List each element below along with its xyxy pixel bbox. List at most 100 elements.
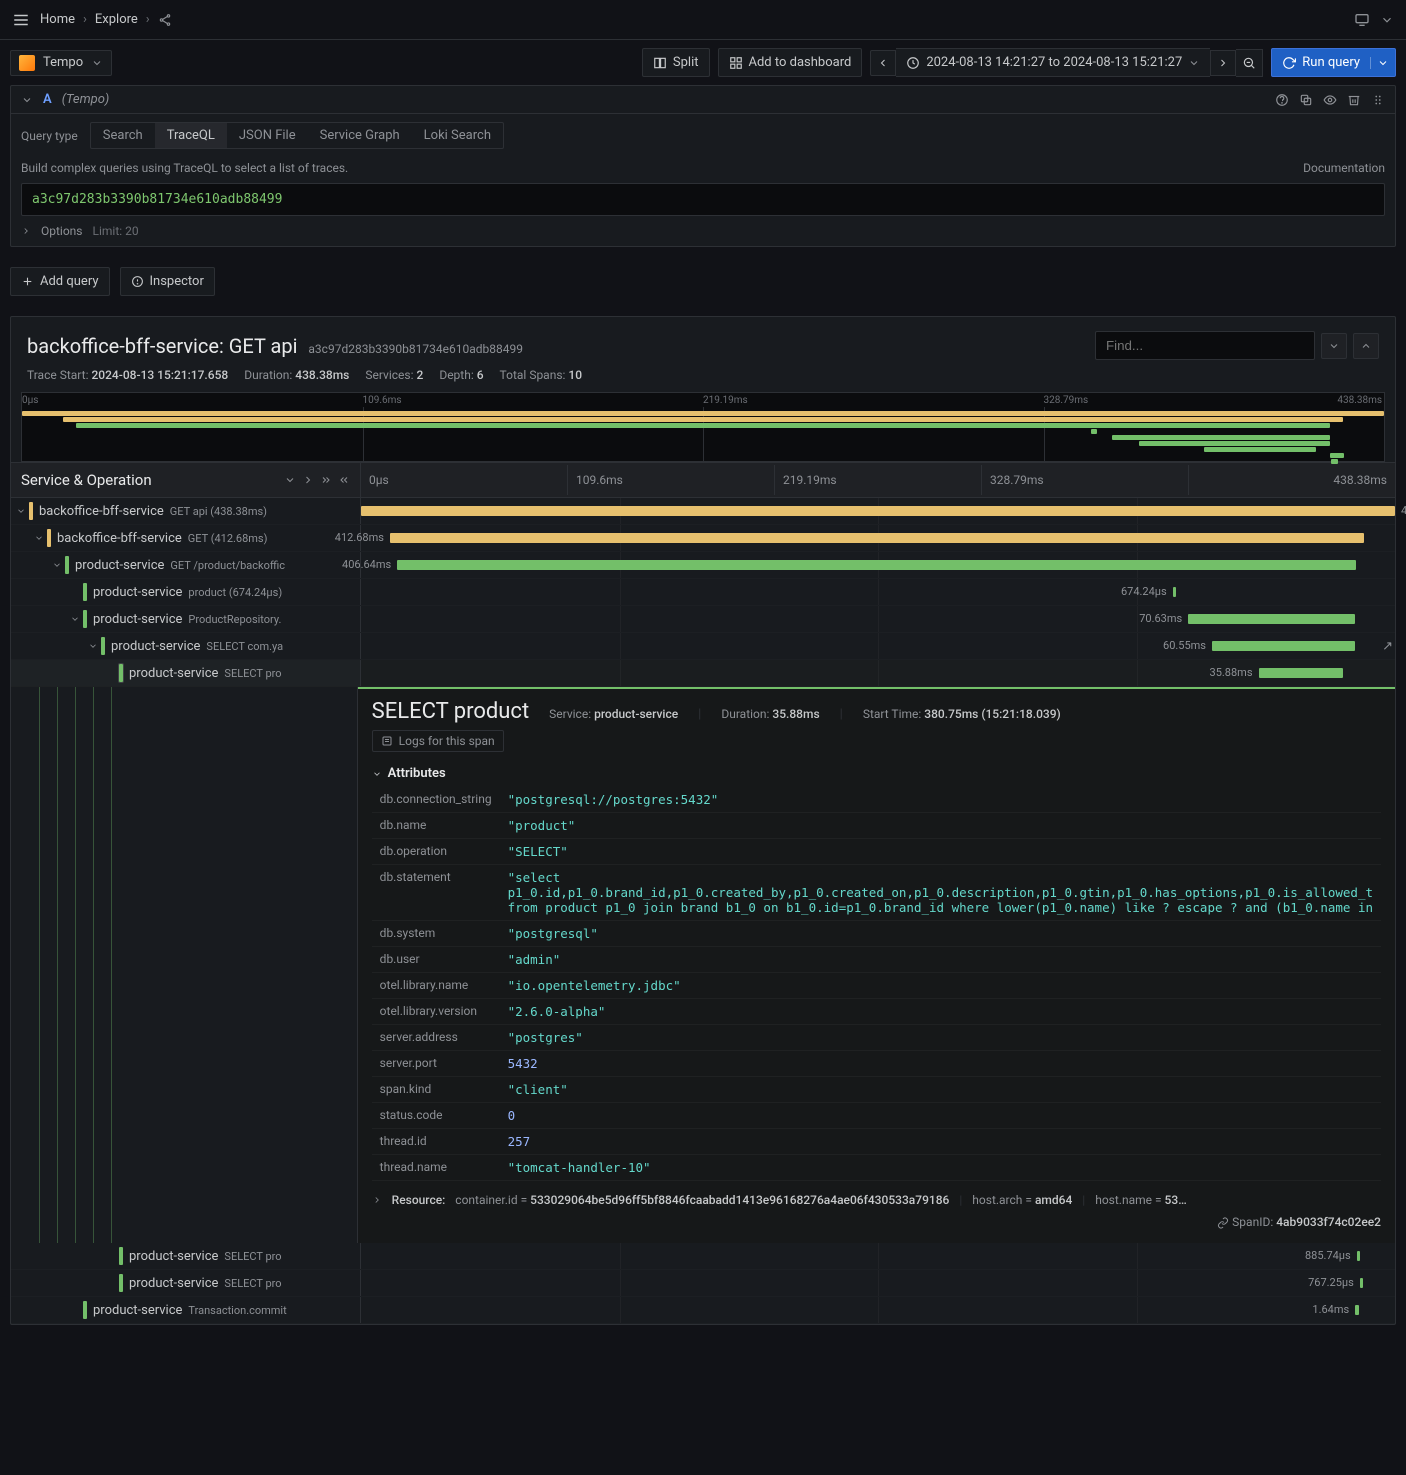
options-summary: Limit: 20 — [93, 224, 139, 238]
split-button[interactable]: Split — [642, 48, 710, 77]
span-row[interactable]: backoffice-bff-serviceGET api (438.38ms)… — [11, 498, 1395, 525]
attr-value: "postgresql://postgres:5432" — [500, 787, 1381, 813]
chevron-down-icon[interactable] — [1380, 13, 1394, 27]
attr-row: thread.id257 — [372, 1129, 1381, 1155]
span-color-bar — [83, 583, 87, 601]
zoom-out-button[interactable] — [1236, 49, 1263, 77]
add-to-dashboard-button[interactable]: Add to dashboard — [718, 48, 863, 77]
eye-icon[interactable] — [1323, 93, 1337, 107]
span-bar[interactable] — [1173, 587, 1176, 597]
span-bar[interactable] — [1259, 668, 1344, 678]
time-next-button[interactable] — [1210, 50, 1236, 76]
span-operation: GET (412.68ms) — [188, 532, 268, 545]
expand-caret-icon[interactable] — [51, 559, 63, 571]
span-row[interactable]: product-serviceSELECT pro767.25µs — [11, 1270, 1395, 1297]
copy-icon[interactable] — [1299, 93, 1313, 107]
span-bar[interactable] — [1357, 1251, 1360, 1261]
inspector-button[interactable]: Inspector — [120, 267, 215, 296]
span-detail-duration: Duration: 35.88ms — [721, 707, 819, 721]
menu-icon[interactable] — [12, 11, 30, 29]
span-row[interactable]: backoffice-bff-serviceGET (412.68ms)412.… — [11, 525, 1395, 552]
breadcrumb-explore[interactable]: Explore — [95, 12, 138, 27]
query-letter: A — [43, 92, 52, 107]
span-bar[interactable] — [397, 560, 1356, 570]
expand-all-icon[interactable] — [338, 474, 350, 486]
span-duration: 60.55ms — [1163, 639, 1212, 652]
query-editor: A (Tempo) Query type SearchTraceQLJSON F… — [10, 85, 1396, 247]
expand-caret-icon[interactable] — [15, 505, 27, 517]
chevron-down-icon[interactable] — [21, 94, 33, 106]
span-row[interactable]: product-serviceproduct (674.24µs)674.24µ… — [11, 579, 1395, 606]
run-query-button[interactable]: Run query — [1271, 48, 1396, 77]
span-operation: product (674.24µs) — [188, 586, 282, 599]
logs-for-span-button[interactable]: Logs for this span — [372, 730, 504, 752]
span-bar[interactable] — [361, 506, 1395, 516]
span-row[interactable]: product-serviceTransaction.commit1.64ms — [11, 1297, 1395, 1324]
span-row[interactable]: product-serviceProductRepository.70.63ms — [11, 606, 1395, 633]
chevron-right-icon[interactable] — [21, 226, 31, 236]
span-bar[interactable] — [1355, 1305, 1359, 1315]
resource-summary[interactable]: Resource: container.id = 533029064be5d96… — [372, 1193, 1381, 1207]
span-bar[interactable] — [1188, 614, 1354, 624]
timeline-tick: 219.19ms — [775, 465, 982, 495]
tab-traceql[interactable]: TraceQL — [155, 123, 227, 148]
breadcrumb-home[interactable]: Home — [40, 12, 75, 27]
span-row[interactable]: product-serviceSELECT com.ya60.55ms↗ — [11, 633, 1395, 660]
expand-one-icon[interactable] — [302, 474, 314, 486]
attr-row: server.address"postgres" — [372, 1025, 1381, 1051]
traceql-input[interactable]: a3c97d283b3390b81734e610adb88499 — [21, 183, 1385, 216]
span-bar[interactable] — [1360, 1278, 1363, 1288]
attr-row: db.system"postgresql" — [372, 921, 1381, 947]
attr-row: db.connection_string"postgresql://postgr… — [372, 787, 1381, 813]
share-icon[interactable] — [158, 13, 172, 27]
find-prev-button[interactable] — [1353, 333, 1379, 359]
add-query-button[interactable]: Add query — [10, 267, 110, 296]
find-input[interactable] — [1095, 331, 1315, 360]
timeline-tick: 109.6ms — [568, 465, 775, 495]
trace-overview[interactable]: 0µs109.6ms219.19ms328.79ms438.38ms — [21, 392, 1385, 462]
expand-caret-icon[interactable] — [69, 613, 81, 625]
span-color-bar — [119, 664, 123, 682]
span-row[interactable]: product-serviceSELECT pro885.74µs — [11, 1243, 1395, 1270]
help-icon[interactable] — [1275, 93, 1289, 107]
overview-tick: 219.19ms — [703, 395, 748, 406]
drag-handle-icon[interactable] — [1371, 93, 1385, 107]
span-duration: 674.24µs — [1121, 585, 1173, 598]
attr-key: db.system — [372, 921, 500, 947]
span-duration: 70.63ms — [1139, 612, 1188, 625]
datasource-picker[interactable]: Tempo — [10, 50, 112, 76]
time-range-picker[interactable]: 2024-08-13 14:21:27 to 2024-08-13 15:21:… — [896, 48, 1210, 77]
span-row[interactable]: product-serviceGET /product/backoffic406… — [11, 552, 1395, 579]
attributes-section-toggle[interactable]: Attributes — [372, 766, 1381, 781]
attr-value: "tomcat-handler-10" — [500, 1155, 1381, 1181]
time-prev-button[interactable] — [870, 50, 896, 76]
documentation-link[interactable]: Documentation — [1303, 161, 1385, 175]
tab-service-graph[interactable]: Service Graph — [308, 123, 412, 148]
tab-json-file[interactable]: JSON File — [227, 123, 308, 148]
expand-caret-icon[interactable] — [33, 532, 45, 544]
tab-loki-search[interactable]: Loki Search — [412, 123, 503, 148]
trash-icon[interactable] — [1347, 93, 1361, 107]
expand-caret-icon — [105, 667, 117, 679]
collapse-all-icon[interactable] — [284, 474, 296, 486]
span-bar[interactable] — [1212, 641, 1355, 651]
collapse-one-icon[interactable] — [320, 474, 332, 486]
trace-title: backoffice-bff-service: GET api a3c97d28… — [27, 334, 523, 358]
attr-row: otel.library.version"2.6.0-alpha" — [372, 999, 1381, 1025]
span-duration: 35.88ms — [1210, 666, 1259, 679]
timeline-tick: 0µs — [361, 465, 568, 495]
attr-key: db.name — [372, 813, 500, 839]
find-next-button[interactable] — [1321, 333, 1347, 359]
span-color-bar — [47, 529, 51, 547]
span-row[interactable]: product-serviceSELECT pro35.88ms — [11, 660, 1395, 687]
monitor-icon[interactable] — [1354, 12, 1370, 28]
span-service: product-service — [129, 1249, 218, 1264]
timeline-tick: 438.38ms — [1189, 465, 1395, 495]
tab-search[interactable]: Search — [91, 123, 155, 148]
span-bar[interactable] — [390, 533, 1364, 543]
span-detail-service: Service: product-service — [549, 707, 678, 721]
query-type-tabs: SearchTraceQLJSON FileService GraphLoki … — [90, 122, 504, 149]
options-label[interactable]: Options — [41, 224, 83, 238]
expand-caret-icon[interactable] — [87, 640, 99, 652]
span-color-bar — [101, 637, 105, 655]
